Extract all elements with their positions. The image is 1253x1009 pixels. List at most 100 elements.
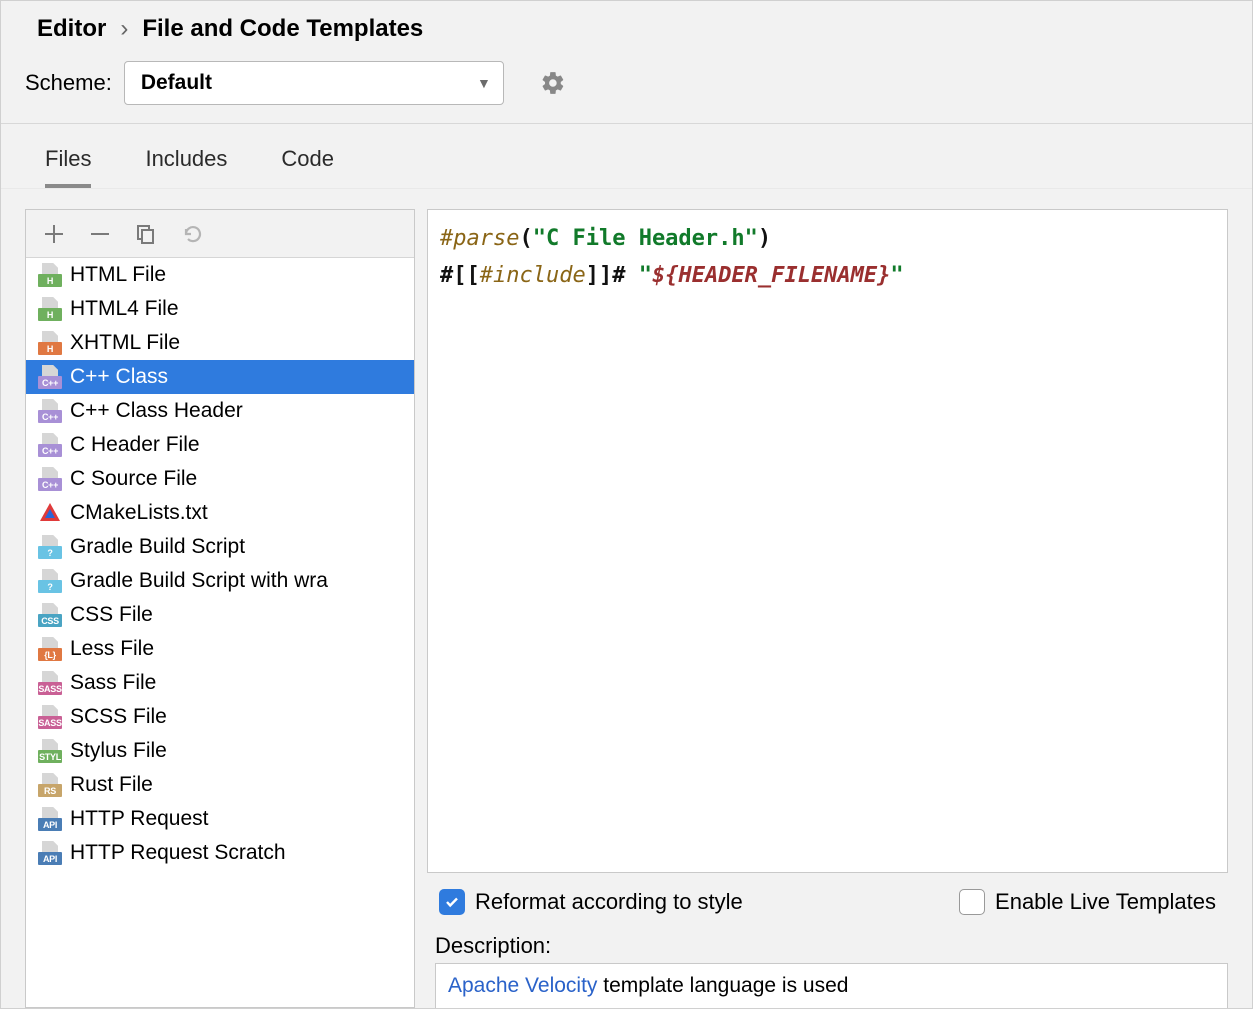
list-item[interactable]: C++ C++ Class	[26, 360, 414, 394]
list-item[interactable]: STYLStylus File	[26, 734, 414, 768]
list-item-label: Rust File	[70, 773, 153, 797]
token-paren: )	[758, 226, 771, 251]
list-item[interactable]: API HTTP Request Scratch	[26, 836, 414, 870]
reformat-checkbox-label[interactable]: Reformat according to style	[439, 889, 743, 915]
copy-icon	[136, 224, 156, 244]
scheme-row: Scheme: Default ▼	[1, 51, 1252, 124]
list-item[interactable]: {L} Less File	[26, 632, 414, 666]
list-item[interactable]: RS Rust File	[26, 768, 414, 802]
file-type-icon: C++	[38, 365, 62, 389]
list-item[interactable]: C++ C++ Class Header	[26, 394, 414, 428]
list-item-label: C Source File	[70, 467, 197, 491]
tab-files[interactable]: Files	[45, 146, 91, 188]
file-type-icon: ?	[38, 535, 62, 559]
file-type-icon: API	[38, 841, 62, 865]
reformat-checkbox[interactable]	[439, 889, 465, 915]
token-directive: #parse	[440, 226, 519, 251]
undo-icon	[181, 223, 203, 245]
list-item-label: C++ Class	[70, 365, 168, 389]
description-label: Description:	[427, 925, 1228, 963]
file-type-icon: C++	[38, 467, 62, 491]
scheme-value: Default	[141, 71, 212, 95]
breadcrumb-parent[interactable]: Editor	[37, 15, 106, 43]
breadcrumb-separator: ›	[120, 15, 128, 43]
list-item[interactable]: H HTML File	[26, 258, 414, 292]
list-item[interactable]: C++ C Source File	[26, 462, 414, 496]
template-editor[interactable]: #parse("C File Header.h") #[[#include]]#…	[427, 209, 1228, 873]
template-list[interactable]: HHTML FileHHTML4 FileHXHTML FileC++C++ C…	[26, 258, 414, 1007]
live-templates-checkbox-label[interactable]: Enable Live Templates	[959, 889, 1216, 915]
list-item-label: Sass File	[70, 671, 156, 695]
token-raw-open: #[[	[440, 263, 480, 288]
scheme-gear-button[interactable]	[540, 70, 566, 96]
file-type-icon: H	[38, 263, 62, 287]
list-toolbar	[26, 210, 414, 258]
token-quote: "	[890, 263, 903, 288]
file-type-icon: API	[38, 807, 62, 831]
list-item-label: C++ Class Header	[70, 399, 243, 423]
tab-code[interactable]: Code	[281, 146, 334, 188]
file-type-icon: H	[38, 297, 62, 321]
list-item-label: HTML4 File	[70, 297, 179, 321]
file-type-icon: {L}	[38, 637, 62, 661]
chevron-down-icon: ▼	[477, 75, 491, 91]
list-item-label: CSS File	[70, 603, 153, 627]
plus-icon	[45, 225, 63, 243]
list-item-label: XHTML File	[70, 331, 180, 355]
live-templates-checkbox[interactable]	[959, 889, 985, 915]
list-item-label: Less File	[70, 637, 154, 661]
list-item[interactable]: SASSSass File	[26, 666, 414, 700]
file-type-icon: H	[38, 331, 62, 355]
template-list-panel: HHTML FileHHTML4 FileHXHTML FileC++C++ C…	[25, 209, 415, 1008]
list-item[interactable]: ? Gradle Build Script with wra	[26, 564, 414, 598]
file-type-icon: RS	[38, 773, 62, 797]
list-item[interactable]: CSS CSS File	[26, 598, 414, 632]
cmake-icon	[38, 501, 62, 525]
tab-includes[interactable]: Includes	[145, 146, 227, 188]
list-item-label: HTTP Request Scratch	[70, 841, 286, 865]
scheme-select[interactable]: Default ▼	[124, 61, 504, 105]
check-icon	[444, 894, 460, 910]
breadcrumb-current: File and Code Templates	[142, 15, 423, 43]
token-raw-close: ]]#	[586, 263, 626, 288]
file-type-icon: C++	[38, 399, 62, 423]
list-item[interactable]: C++ C Header File	[26, 428, 414, 462]
template-editor-panel: #parse("C File Header.h") #[[#include]]#…	[427, 209, 1228, 1008]
description-link[interactable]: Apache Velocity	[448, 974, 597, 997]
list-item[interactable]: SASSSCSS File	[26, 700, 414, 734]
list-item-label: HTTP Request	[70, 807, 209, 831]
token-variable: ${HEADER_FILENAME}	[652, 263, 890, 288]
file-type-icon: STYL	[38, 739, 62, 763]
minus-icon	[91, 225, 109, 243]
list-item-label: HTML File	[70, 263, 166, 287]
reformat-label-text: Reformat according to style	[475, 889, 743, 915]
description-box: Apache Velocity template language is use…	[435, 963, 1228, 1008]
copy-button[interactable]	[132, 220, 160, 248]
list-item-label: CMakeLists.txt	[70, 501, 208, 525]
list-item-label: C Header File	[70, 433, 200, 457]
remove-button[interactable]	[86, 220, 114, 248]
file-type-icon: ?	[38, 569, 62, 593]
token-string: "C File Header.h"	[533, 226, 758, 251]
list-item[interactable]: H HTML4 File	[26, 292, 414, 326]
token-paren: (	[519, 226, 532, 251]
list-item[interactable]: H XHTML File	[26, 326, 414, 360]
list-item-label: Gradle Build Script with wra	[70, 569, 328, 593]
description-text: template language is used	[597, 974, 848, 997]
revert-button[interactable]	[178, 220, 206, 248]
scheme-label: Scheme:	[25, 70, 112, 96]
file-type-icon: CSS	[38, 603, 62, 627]
token-quote: "	[625, 263, 652, 288]
add-button[interactable]	[40, 220, 68, 248]
breadcrumb: Editor › File and Code Templates	[1, 1, 1252, 51]
settings-window: Editor › File and Code Templates Scheme:…	[0, 0, 1253, 1009]
editor-options: Reformat according to style Enable Live …	[427, 873, 1228, 925]
file-type-icon: C++	[38, 433, 62, 457]
file-type-icon: SASS	[38, 705, 62, 729]
list-item-label: Gradle Build Script	[70, 535, 245, 559]
tabs: Files Includes Code	[1, 124, 1252, 189]
list-item[interactable]: CMakeLists.txt	[26, 496, 414, 530]
live-templates-label-text: Enable Live Templates	[995, 889, 1216, 915]
list-item[interactable]: API HTTP Request	[26, 802, 414, 836]
list-item[interactable]: ? Gradle Build Script	[26, 530, 414, 564]
